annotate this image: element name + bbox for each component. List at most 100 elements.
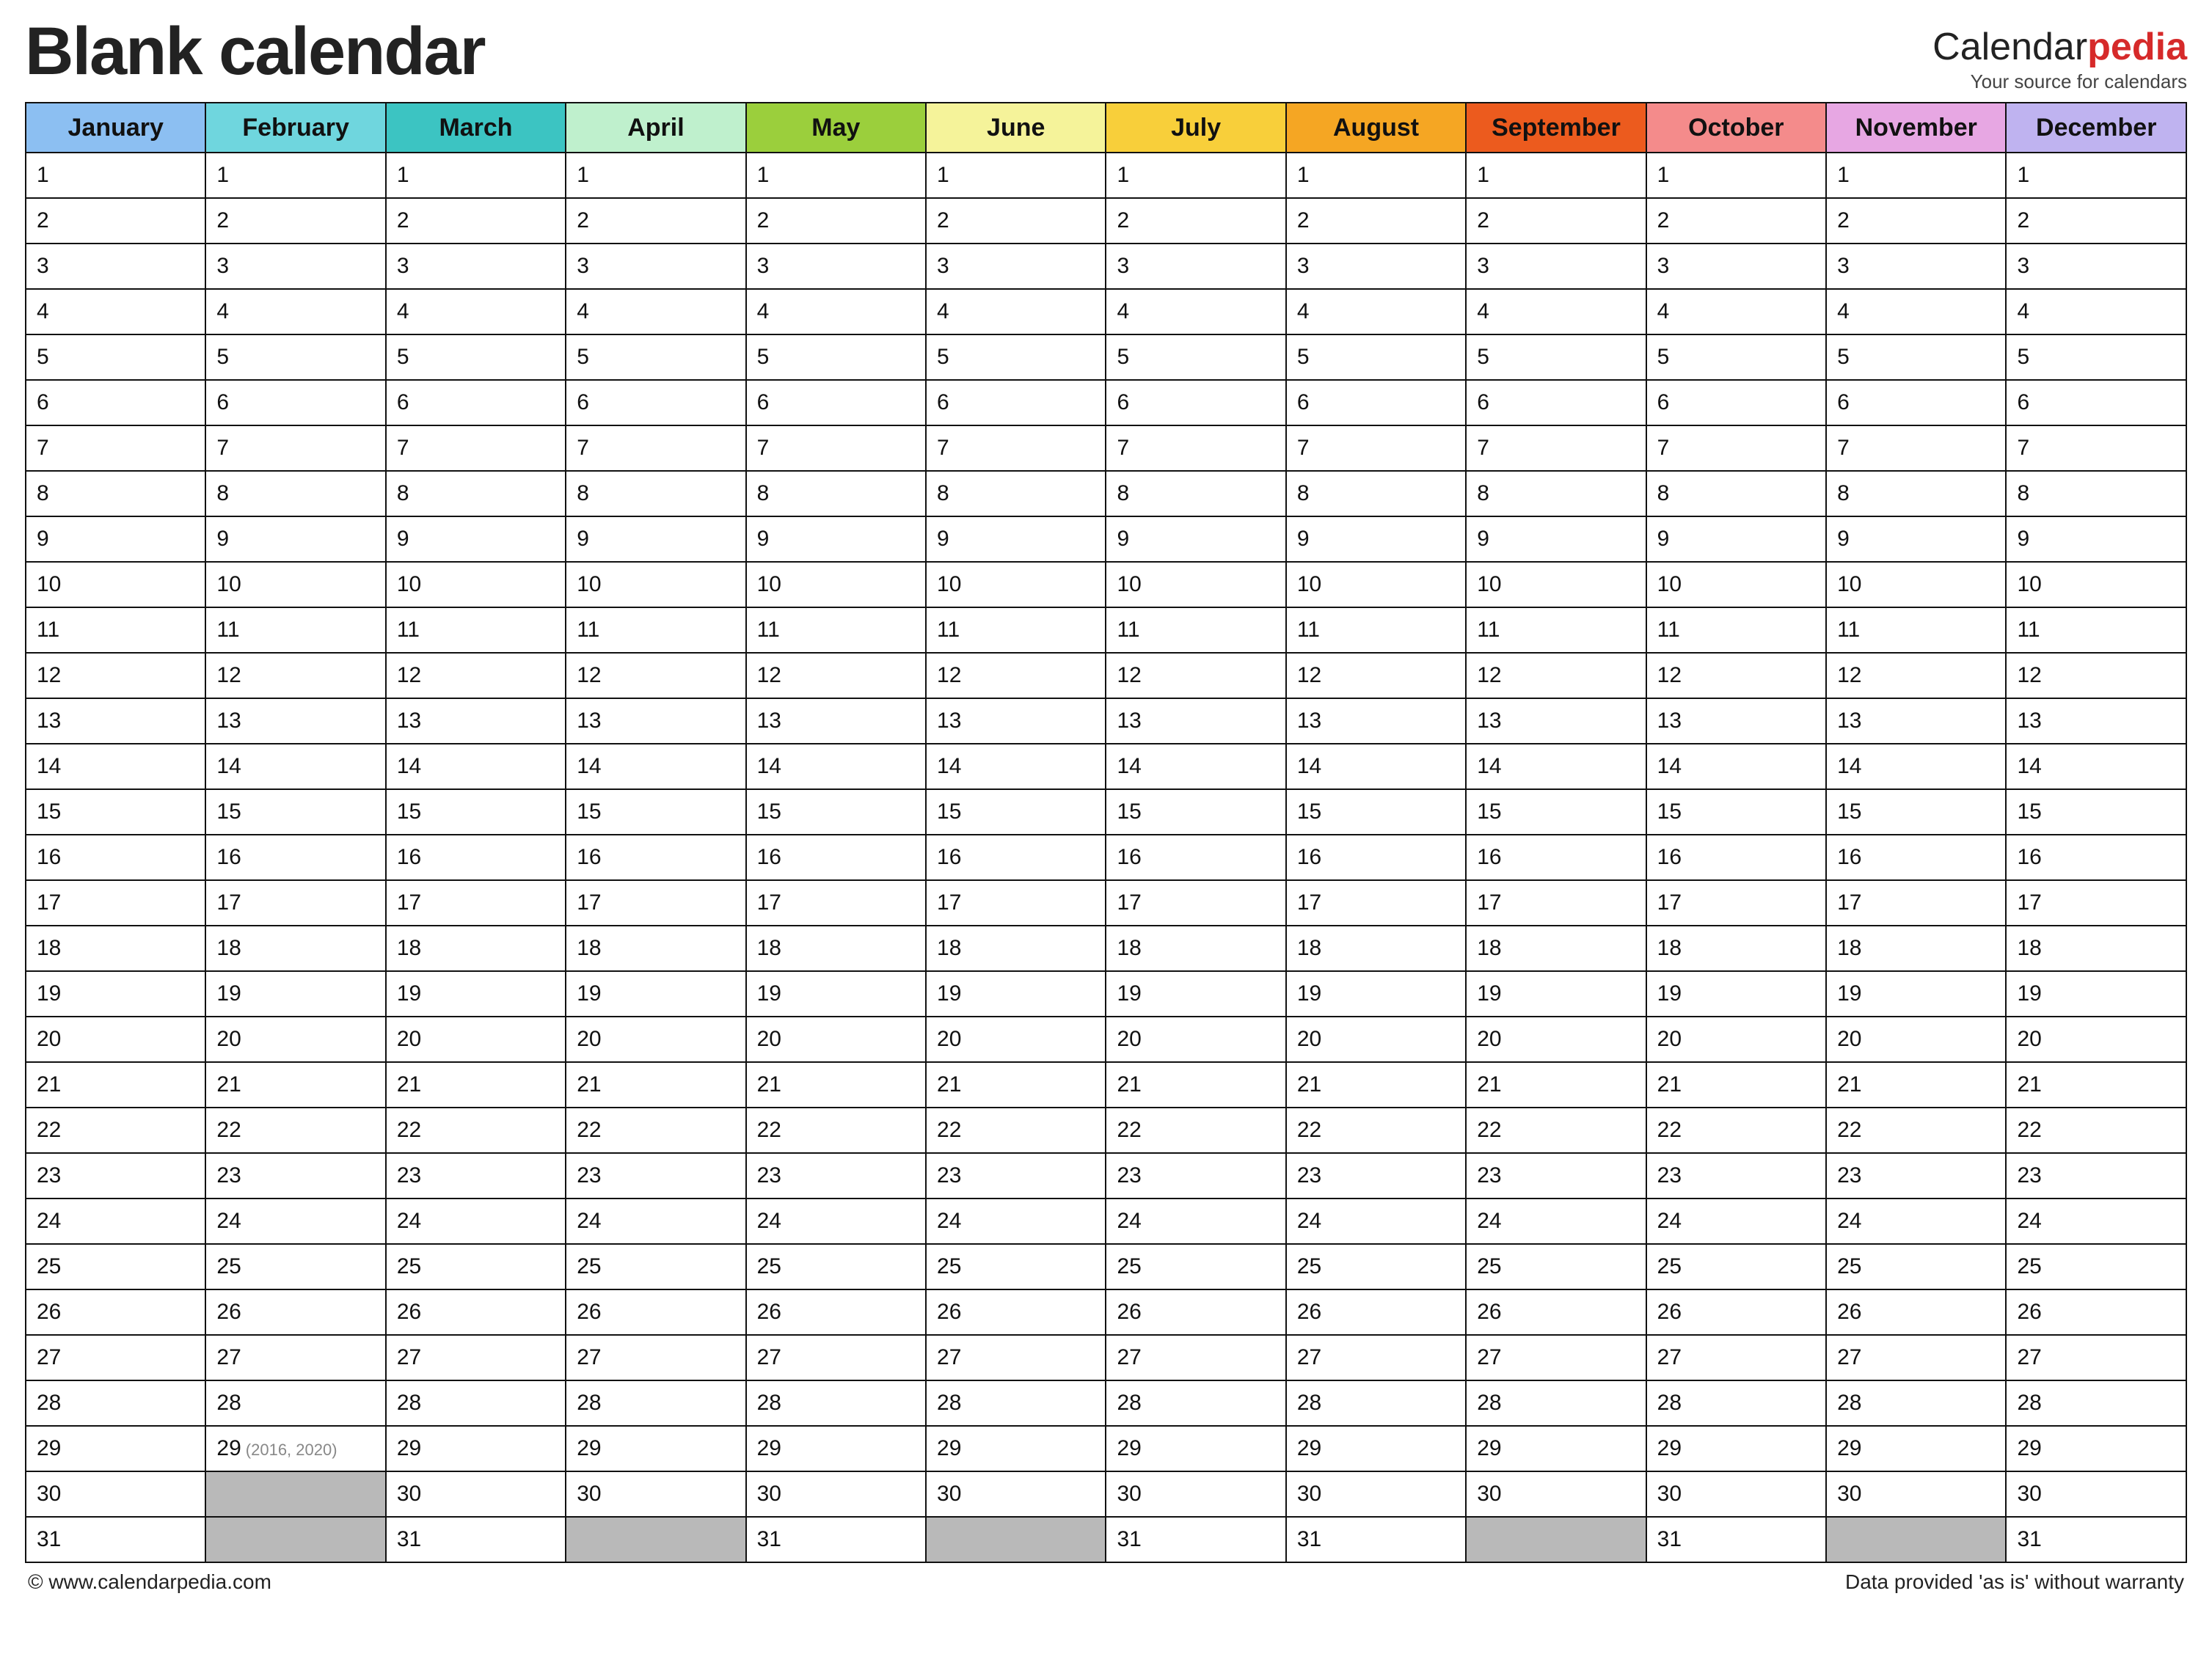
month-header: April bbox=[566, 103, 745, 153]
calendar-cell: 31 bbox=[2006, 1517, 2186, 1562]
calendar-cell: 28 bbox=[746, 1380, 926, 1426]
calendar-cell: 26 bbox=[1826, 1289, 2006, 1335]
calendar-cell: 30 bbox=[1646, 1471, 1826, 1517]
calendar-cell: 30 bbox=[386, 1471, 566, 1517]
calendar-cell: 3 bbox=[2006, 244, 2186, 289]
calendar-cell: 26 bbox=[1466, 1289, 1646, 1335]
calendar-cell: 29 bbox=[1826, 1426, 2006, 1471]
month-header: March bbox=[386, 103, 566, 153]
calendar-cell: 17 bbox=[205, 880, 385, 926]
calendar-row: 222222222222 bbox=[26, 198, 2186, 244]
calendar-cell: 17 bbox=[746, 880, 926, 926]
calendar-cell: 11 bbox=[205, 607, 385, 653]
calendar-cell: 20 bbox=[1826, 1017, 2006, 1062]
calendar-cell: 8 bbox=[205, 471, 385, 516]
calendar-cell: 11 bbox=[746, 607, 926, 653]
calendar-cell: 8 bbox=[746, 471, 926, 516]
calendar-cell: 13 bbox=[1826, 698, 2006, 744]
calendar-row: 888888888888 bbox=[26, 471, 2186, 516]
calendar-cell: 11 bbox=[2006, 607, 2186, 653]
calendar-cell: 25 bbox=[926, 1244, 1106, 1289]
calendar-cell: 22 bbox=[566, 1108, 745, 1153]
calendar-cell: 26 bbox=[2006, 1289, 2186, 1335]
calendar-cell: 21 bbox=[1826, 1062, 2006, 1108]
calendar-cell: 28 bbox=[1646, 1380, 1826, 1426]
calendar-cell: 9 bbox=[566, 516, 745, 562]
calendar-cell: 16 bbox=[2006, 835, 2186, 880]
calendar-cell: 7 bbox=[26, 425, 205, 471]
calendar-cell: 11 bbox=[1826, 607, 2006, 653]
calendar-cell: 23 bbox=[926, 1153, 1106, 1199]
calendar-cell: 17 bbox=[386, 880, 566, 926]
calendar-cell: 19 bbox=[926, 971, 1106, 1017]
calendar-cell: 19 bbox=[2006, 971, 2186, 1017]
calendar-cell: 25 bbox=[1286, 1244, 1466, 1289]
calendar-cell: 17 bbox=[926, 880, 1106, 926]
month-header: September bbox=[1466, 103, 1646, 153]
month-header: February bbox=[205, 103, 385, 153]
calendar-cell: 15 bbox=[26, 789, 205, 835]
calendar-cell: 30 bbox=[26, 1471, 205, 1517]
calendar-cell: 8 bbox=[566, 471, 745, 516]
calendar-cell: 1 bbox=[1826, 153, 2006, 198]
calendar-cell: 15 bbox=[1106, 789, 1285, 835]
calendar-cell: 21 bbox=[926, 1062, 1106, 1108]
calendar-cell: 2 bbox=[566, 198, 745, 244]
calendar-cell: 12 bbox=[386, 653, 566, 698]
calendar-row: 282828282828282828282828 bbox=[26, 1380, 2186, 1426]
calendar-cell: 12 bbox=[1466, 653, 1646, 698]
calendar-cell: 2 bbox=[2006, 198, 2186, 244]
calendar-row: 191919191919191919191919 bbox=[26, 971, 2186, 1017]
calendar-cell: 23 bbox=[26, 1153, 205, 1199]
calendar-cell: 7 bbox=[566, 425, 745, 471]
calendar-cell: 16 bbox=[386, 835, 566, 880]
calendar-cell: 21 bbox=[26, 1062, 205, 1108]
calendar-cell: 18 bbox=[386, 926, 566, 971]
calendar-cell: 25 bbox=[746, 1244, 926, 1289]
calendar-cell: 14 bbox=[1826, 744, 2006, 789]
calendar-cell: 22 bbox=[386, 1108, 566, 1153]
calendar-cell: 10 bbox=[1106, 562, 1285, 607]
calendar-cell: 21 bbox=[746, 1062, 926, 1108]
calendar-cell: 9 bbox=[1466, 516, 1646, 562]
calendar-cell: 2 bbox=[1646, 198, 1826, 244]
calendar-cell: 20 bbox=[926, 1017, 1106, 1062]
calendar-cell: 31 bbox=[1286, 1517, 1466, 1562]
calendar-cell: 11 bbox=[386, 607, 566, 653]
calendar-cell: 5 bbox=[1826, 334, 2006, 380]
calendar-cell: 30 bbox=[926, 1471, 1106, 1517]
calendar-cell: 21 bbox=[205, 1062, 385, 1108]
calendar-cell: 14 bbox=[746, 744, 926, 789]
calendar-cell: 17 bbox=[1466, 880, 1646, 926]
calendar-cell: 19 bbox=[1286, 971, 1466, 1017]
calendar-cell: 25 bbox=[1826, 1244, 2006, 1289]
calendar-cell: 19 bbox=[205, 971, 385, 1017]
calendar-cell: 18 bbox=[1106, 926, 1285, 971]
calendar-row: 202020202020202020202020 bbox=[26, 1017, 2186, 1062]
calendar-cell: 27 bbox=[1286, 1335, 1466, 1380]
calendar-cell: 30 bbox=[566, 1471, 745, 1517]
calendar-row: 161616161616161616161616 bbox=[26, 835, 2186, 880]
calendar-cell: 19 bbox=[386, 971, 566, 1017]
calendar-cell: 6 bbox=[26, 380, 205, 425]
calendar-cell: 2 bbox=[26, 198, 205, 244]
calendar-cell: 15 bbox=[566, 789, 745, 835]
calendar-cell: 3 bbox=[1826, 244, 2006, 289]
calendar-cell: 20 bbox=[386, 1017, 566, 1062]
calendar-cell: 21 bbox=[2006, 1062, 2186, 1108]
calendar-cell: 15 bbox=[926, 789, 1106, 835]
calendar-cell: 6 bbox=[926, 380, 1106, 425]
calendar-cell: 15 bbox=[1826, 789, 2006, 835]
calendar-cell: 15 bbox=[1286, 789, 1466, 835]
calendar-cell: 27 bbox=[746, 1335, 926, 1380]
calendar-cell: 14 bbox=[926, 744, 1106, 789]
calendar-cell: 20 bbox=[1106, 1017, 1285, 1062]
calendar-cell bbox=[1826, 1517, 2006, 1562]
brand-accent: pedia bbox=[2087, 26, 2187, 68]
calendar-row: 3030303030303030303030 bbox=[26, 1471, 2186, 1517]
calendar-cell: 19 bbox=[1466, 971, 1646, 1017]
calendar-cell: 2 bbox=[1106, 198, 1285, 244]
calendar-cell: 16 bbox=[926, 835, 1106, 880]
calendar-cell: 9 bbox=[746, 516, 926, 562]
calendar-cell: 24 bbox=[1646, 1199, 1826, 1244]
